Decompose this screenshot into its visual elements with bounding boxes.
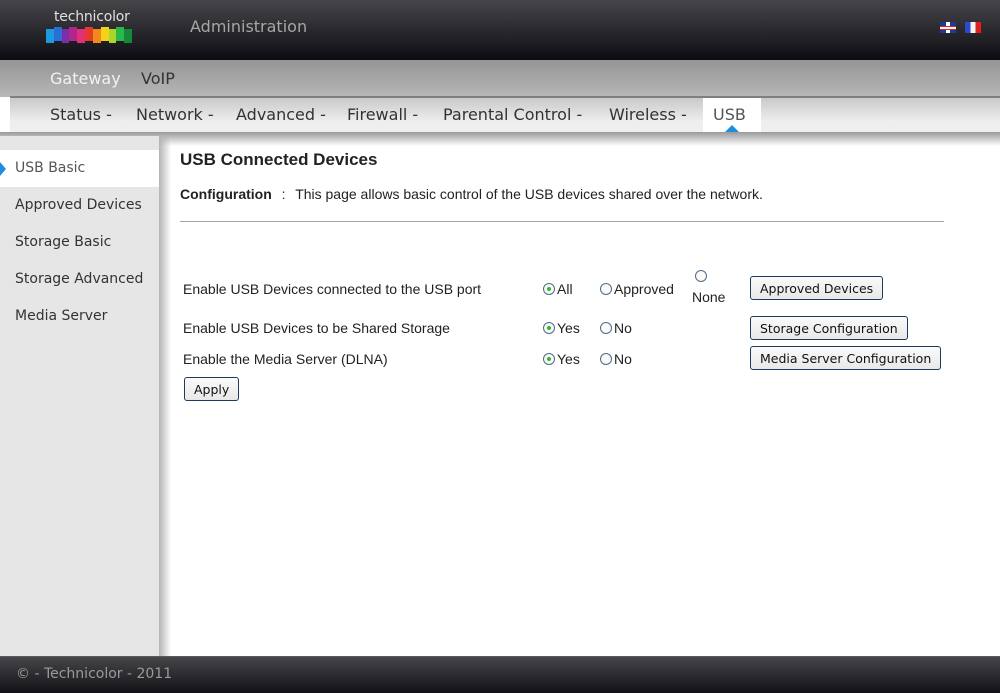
tab-usb[interactable]: USB [703, 98, 761, 132]
usb-port-none-radio[interactable]: None [692, 270, 725, 305]
logo-color-segment [108, 29, 117, 43]
usb-port-label: Enable USB Devices connected to the USB … [183, 281, 482, 297]
active-item-caret-icon [0, 162, 6, 176]
logo-color-segment [46, 29, 54, 43]
tab-wireless[interactable]: Wireless - [609, 105, 687, 124]
sidebar-item-storage-advanced[interactable]: Storage Advanced [0, 261, 159, 298]
radio-checked-icon [543, 283, 555, 295]
active-tab-caret-icon [725, 125, 739, 132]
logo-color-segment [53, 27, 62, 41]
radio-label: Yes [557, 320, 580, 336]
primary-nav: Gateway VoIP [0, 60, 1000, 97]
tab-network[interactable]: Network - [136, 105, 214, 124]
page-title: USB Connected Devices [180, 150, 378, 169]
shared-storage-label: Enable USB Devices to be Shared Storage [183, 320, 450, 336]
logo-color-segment [69, 27, 78, 41]
nav-gateway[interactable]: Gateway [50, 69, 121, 88]
tab-advanced[interactable]: Advanced - [236, 105, 326, 124]
shared-storage-yes-radio[interactable]: Yes [543, 320, 580, 336]
radio-checked-icon [543, 353, 555, 365]
section-divider [180, 221, 944, 222]
media-server-label: Enable the Media Server (DLNA) [183, 351, 388, 367]
sidebar-item-label: Media Server [15, 308, 108, 324]
config-description: Configuration : This page allows basic c… [180, 186, 763, 202]
logo-color-segment [116, 27, 125, 41]
storage-configuration-button[interactable]: Storage Configuration [750, 316, 908, 340]
shared-storage-no-radio[interactable]: No [600, 320, 632, 336]
media-server-no-radio[interactable]: No [600, 351, 632, 367]
sidebar-item-usb-basic[interactable]: USB Basic [0, 150, 159, 187]
radio-unchecked-icon [600, 322, 612, 334]
radio-label: Approved [614, 281, 674, 297]
config-label: Configuration [180, 186, 272, 202]
france-flag-icon[interactable] [965, 22, 981, 33]
logo-color-segment [100, 27, 109, 41]
approved-devices-button[interactable]: Approved Devices [750, 276, 884, 300]
config-text: This page allows basic control of the US… [295, 186, 763, 202]
tab-status[interactable]: Status - [50, 105, 112, 124]
logo-color-segment [124, 29, 132, 43]
copyright-text: © - Technicolor - 2011 [16, 666, 173, 682]
sidebar-shadow [159, 136, 171, 656]
sidebar-item-approved-devices[interactable]: Approved Devices [0, 187, 159, 224]
technicolor-logo[interactable]: technicolor [46, 9, 136, 45]
radio-unchecked-icon [600, 283, 612, 295]
radio-unchecked-icon [695, 270, 707, 282]
media-server-configuration-button[interactable]: Media Server Configuration [750, 346, 942, 370]
sidebar-item-storage-basic[interactable]: Storage Basic [0, 224, 159, 261]
usb-port-all-radio[interactable]: All [543, 281, 573, 297]
apply-button[interactable]: Apply [184, 377, 240, 401]
nav-voip[interactable]: VoIP [141, 69, 175, 88]
logo-color-bar [46, 27, 132, 43]
radio-label: None [692, 289, 726, 305]
radio-label: No [614, 320, 632, 336]
sidebar-item-label: Storage Basic [15, 234, 112, 250]
logo-color-segment [61, 29, 70, 43]
radio-label: No [614, 351, 632, 367]
radio-checked-icon [543, 322, 555, 334]
sidebar-item-label: USB Basic [15, 160, 86, 176]
usb-port-approved-radio[interactable]: Approved [600, 281, 674, 297]
uk-flag-icon[interactable] [940, 22, 956, 33]
header: technicolor Administration [0, 0, 1000, 60]
sidebar-item-label: Approved Devices [15, 197, 142, 213]
config-separator: : [281, 186, 286, 202]
logo-text: technicolor [54, 9, 130, 25]
tab-parental-control[interactable]: Parental Control - [443, 105, 582, 124]
footer: © - Technicolor - 2011 [0, 656, 1000, 693]
radio-label: Yes [557, 351, 580, 367]
radio-label: All [557, 281, 573, 297]
radio-unchecked-icon [600, 353, 612, 365]
tab-firewall[interactable]: Firewall - [347, 105, 418, 124]
logo-color-segment [77, 29, 86, 43]
tab-usb-label: USB [713, 105, 746, 124]
media-server-yes-radio[interactable]: Yes [543, 351, 580, 367]
logo-color-segment [92, 29, 101, 43]
secondary-nav: Status - Network - Advanced - Firewall -… [10, 98, 1000, 132]
logo-color-segment [85, 27, 93, 41]
app-title: Administration [190, 17, 308, 36]
sidebar-item-label: Storage Advanced [15, 271, 144, 287]
sidebar: USB Basic Approved Devices Storage Basic… [0, 136, 159, 656]
sidebar-item-media-server[interactable]: Media Server [0, 298, 159, 335]
